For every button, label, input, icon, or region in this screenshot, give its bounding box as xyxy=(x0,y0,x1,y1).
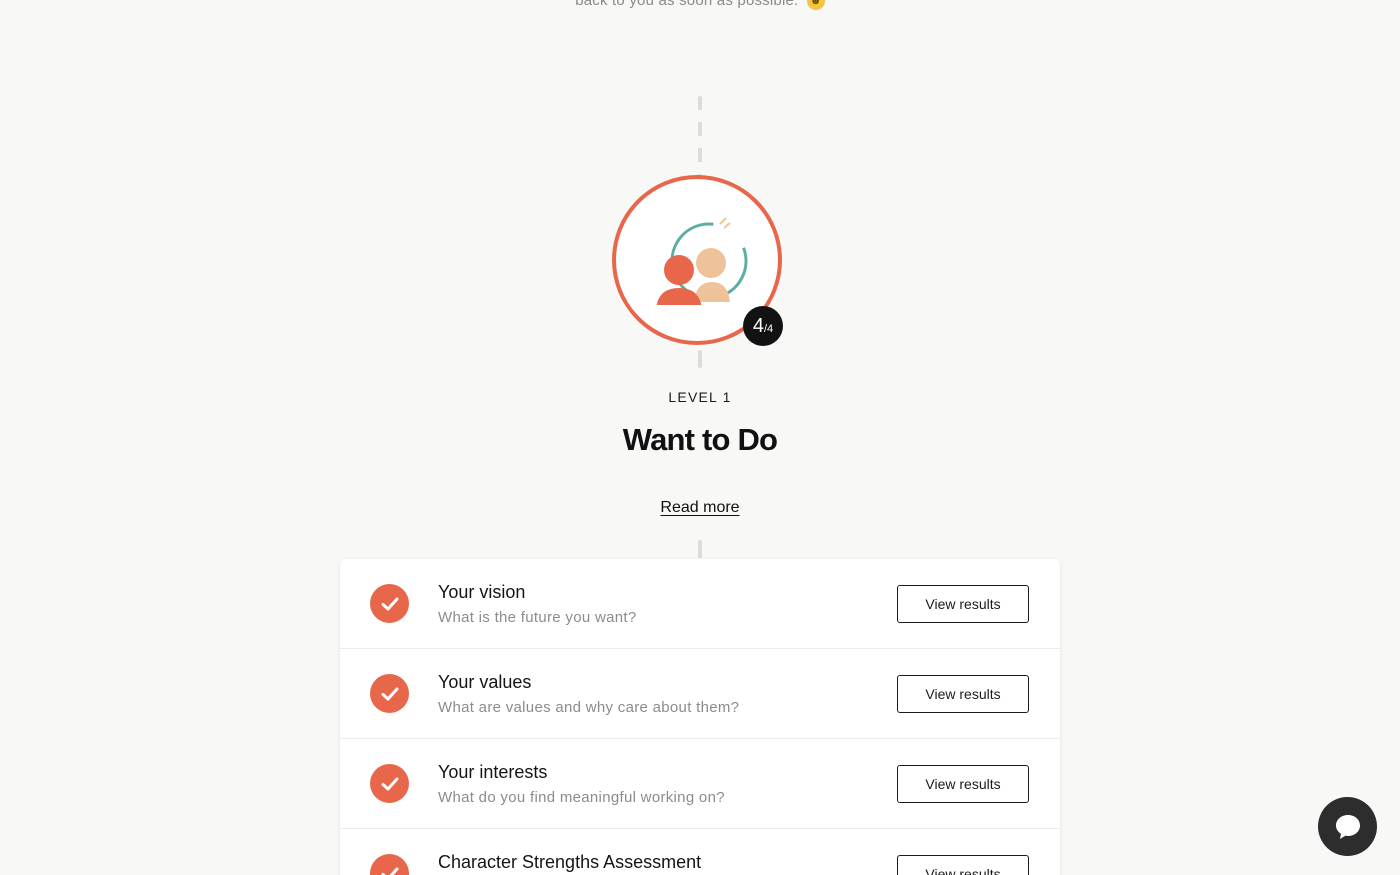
list-item-interests: Your interests What do you find meaningf… xyxy=(340,739,1060,829)
item-subtitle: What is the future you want? xyxy=(438,609,637,626)
top-note: back to you as soon as possible. ☻ xyxy=(0,0,1400,11)
check-icon xyxy=(370,764,409,803)
item-title: Your interests xyxy=(438,762,548,782)
grinning-face-icon: ☻ xyxy=(806,0,825,11)
page: back to you as soon as possible. ☻ 4/4 L… xyxy=(0,0,1400,875)
people-icon xyxy=(656,217,748,305)
level-progress-badge: 4/4 xyxy=(743,306,783,346)
item-subtitle: What do you find meaningful working on? xyxy=(438,789,725,806)
check-icon xyxy=(370,854,409,875)
list-item-character-strengths: Character Strengths Assessment View resu… xyxy=(340,829,1060,875)
item-title: Character Strengths Assessment xyxy=(438,852,702,872)
checklist-card: Your vision What is the future you want?… xyxy=(340,559,1060,875)
view-results-button[interactable]: View results xyxy=(897,585,1029,623)
level-label: LEVEL 1 xyxy=(668,389,732,405)
progress-current: 4 xyxy=(752,314,764,337)
timeline-connector-middle xyxy=(698,350,702,368)
list-item-values: Your values What are values and why care… xyxy=(340,649,1060,739)
check-icon xyxy=(370,584,409,623)
level-title: Want to Do xyxy=(622,422,778,457)
view-results-button[interactable]: View results xyxy=(897,855,1029,875)
item-title: Your values xyxy=(438,672,532,692)
check-icon xyxy=(370,674,409,713)
chat-bubble-icon xyxy=(1335,814,1360,839)
timeline-connector-bottom xyxy=(698,540,702,558)
list-item-vision: Your vision What is the future you want?… xyxy=(340,559,1060,649)
item-title: Your vision xyxy=(438,582,526,602)
item-subtitle: What are values and why care about them? xyxy=(438,699,740,716)
read-more-link[interactable]: Read more xyxy=(0,499,1400,517)
view-results-button[interactable]: View results xyxy=(897,675,1029,713)
view-results-button[interactable]: View results xyxy=(897,765,1029,803)
chat-button[interactable] xyxy=(1318,797,1377,856)
timeline-connector-top xyxy=(698,96,702,176)
progress-total: /4 xyxy=(763,323,774,335)
top-note-text: back to you as soon as possible. xyxy=(575,0,799,9)
